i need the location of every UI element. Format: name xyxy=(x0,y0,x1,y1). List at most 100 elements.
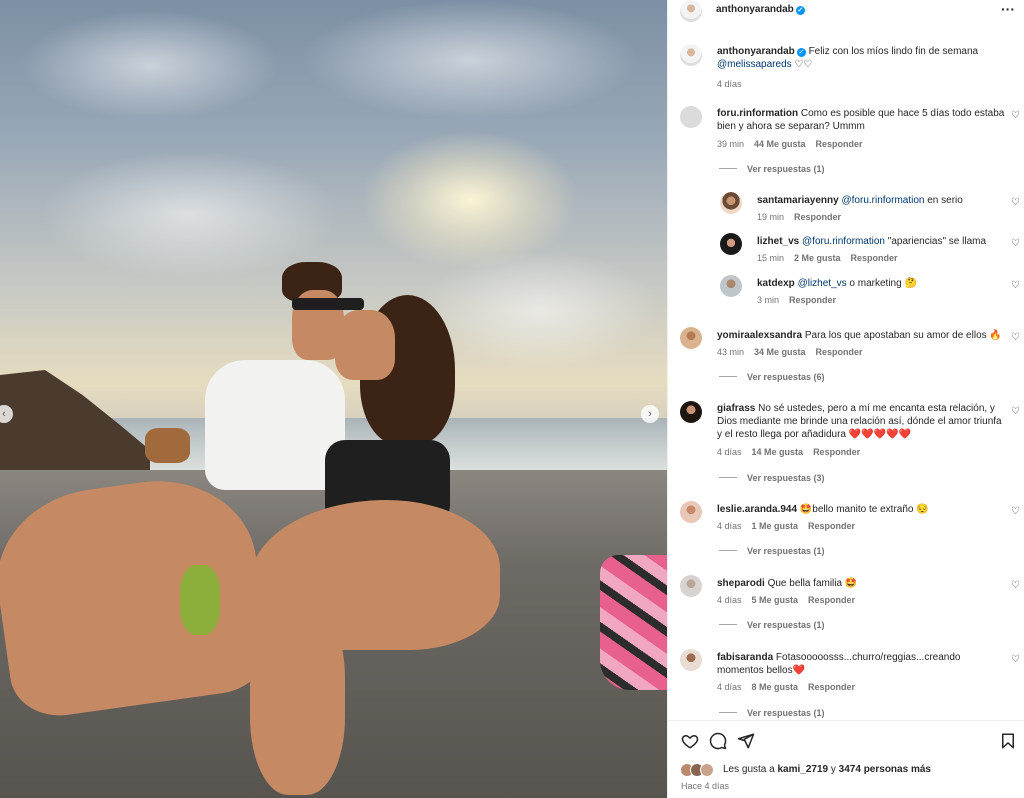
view-replies-label[interactable]: Ver respuestas (6) xyxy=(747,372,825,382)
more-icon[interactable]: ··· xyxy=(1001,1,1015,17)
view-replies-button[interactable]: Ver respuestas (1) xyxy=(719,546,825,556)
comment-text: yomiraalexsandra Para los que apostaban … xyxy=(717,329,1007,342)
comment-meta: 4 días 8 Me gusta Responder xyxy=(717,682,865,692)
divider xyxy=(719,624,737,625)
comment-meta: 4 días 14 Me gusta Responder xyxy=(717,447,870,457)
comment-likes[interactable]: 2 Me gusta xyxy=(794,253,841,263)
reply-button[interactable]: Responder xyxy=(851,253,898,263)
comment-username[interactable]: sheparodi xyxy=(717,578,765,589)
comment-username[interactable]: giafrass xyxy=(717,403,755,414)
share-icon[interactable] xyxy=(737,732,755,750)
view-replies-label[interactable]: Ver respuestas (1) xyxy=(747,164,825,174)
divider xyxy=(719,712,737,713)
comment-likes[interactable]: 44 Me gusta xyxy=(754,139,806,149)
comment-message: Para los que apostaban su amor de ellos … xyxy=(804,330,1002,341)
post-photo[interactable]: ‹ › xyxy=(0,0,667,798)
comment-message: 🤩bello manito te extraño 😔 xyxy=(799,504,929,515)
heart-icon[interactable]: ♡ xyxy=(1011,281,1021,291)
heart-icon[interactable]: ♡ xyxy=(1011,198,1021,208)
comment-time: 43 min xyxy=(717,347,745,357)
reply-button[interactable]: Responder xyxy=(789,295,836,305)
avatar[interactable] xyxy=(720,275,742,297)
comment-time: 3 min xyxy=(757,295,780,305)
view-replies-button[interactable]: Ver respuestas (1) xyxy=(719,164,825,174)
avatar[interactable] xyxy=(680,106,702,128)
view-replies-label[interactable]: Ver respuestas (3) xyxy=(747,473,825,483)
comment-username[interactable]: santamariayenny xyxy=(757,195,839,206)
view-replies-label[interactable]: Ver respuestas (1) xyxy=(747,620,825,630)
reply-button[interactable]: Responder xyxy=(816,139,863,149)
heart-icon[interactable]: ♡ xyxy=(1011,333,1021,343)
comment-username[interactable]: foru.rinformation xyxy=(717,108,798,119)
avatar[interactable] xyxy=(680,44,702,66)
comment-likes[interactable]: 34 Me gusta xyxy=(754,347,806,357)
comment-username[interactable]: katdexp xyxy=(757,278,795,289)
sun-glow xyxy=(360,130,580,270)
reply-button[interactable]: Responder xyxy=(808,682,855,692)
comment-likes[interactable]: 8 Me gusta xyxy=(752,682,799,692)
view-replies-button[interactable]: Ver respuestas (1) xyxy=(719,708,825,718)
comment-likes[interactable]: 1 Me gusta xyxy=(752,521,799,531)
post-date[interactable]: Hace 4 días xyxy=(681,781,729,791)
chevron-right-icon[interactable]: › xyxy=(641,405,659,423)
comment-meta: 39 min 44 Me gusta Responder xyxy=(717,139,873,149)
avatar[interactable] xyxy=(720,192,742,214)
view-replies-label[interactable]: Ver respuestas (1) xyxy=(747,546,825,556)
verified-badge-icon: ✓ xyxy=(795,6,805,15)
avatar[interactable] xyxy=(680,501,702,523)
avatar[interactable] xyxy=(680,0,702,22)
view-replies-button[interactable]: Ver respuestas (1) xyxy=(719,620,825,630)
comment-username[interactable]: fabisaranda xyxy=(717,652,773,663)
avatar xyxy=(700,763,714,777)
comment-mention[interactable]: @foru.rinformation xyxy=(842,195,925,206)
view-replies-label[interactable]: Ver respuestas (1) xyxy=(747,708,825,718)
heart-icon[interactable]: ♡ xyxy=(1011,111,1021,121)
view-replies-button[interactable]: Ver respuestas (6) xyxy=(719,372,825,382)
divider xyxy=(719,550,737,551)
caption-message: Feliz con los míos lindo fin de semana xyxy=(808,46,979,57)
comment-username[interactable]: leslie.aranda.944 xyxy=(717,504,797,515)
comment-text: giafrass No sé ustedes, pero a mí me enc… xyxy=(717,402,1007,441)
reply-button[interactable]: Responder xyxy=(794,212,841,222)
caption-time: 4 días xyxy=(717,79,742,89)
comment-mention[interactable]: @lizhet_vs xyxy=(798,278,847,289)
caption-text: anthonyarandab ✓ Feliz con los míos lindo… xyxy=(717,45,1007,71)
likes-count[interactable]: 3474 personas más xyxy=(839,764,931,775)
avatar[interactable] xyxy=(680,401,702,423)
heart-icon[interactable]: ♡ xyxy=(1011,239,1021,249)
post-username[interactable]: anthonyarandab ✓ xyxy=(716,4,805,15)
comment-meta: 3 min Responder xyxy=(757,295,846,305)
comment-mention[interactable]: @foru.rinformation xyxy=(802,236,885,247)
comment-username[interactable]: lizhet_vs xyxy=(757,236,799,247)
reply-button[interactable]: Responder xyxy=(813,447,860,457)
heart-icon[interactable]: ♡ xyxy=(1011,407,1021,417)
likes-user[interactable]: kami_2719 xyxy=(778,764,829,775)
view-replies-button[interactable]: Ver respuestas (3) xyxy=(719,473,825,483)
bookmark-icon[interactable] xyxy=(999,732,1017,750)
comment-time: 4 días xyxy=(717,447,742,457)
caption-mention[interactable]: @melissapareds xyxy=(717,59,792,70)
comment-likes[interactable]: 14 Me gusta xyxy=(752,447,804,457)
avatar[interactable] xyxy=(680,649,702,671)
likes-summary[interactable]: Les gusta a kami_2719 y 3474 personas má… xyxy=(723,764,931,775)
reply-button[interactable]: Responder xyxy=(808,595,855,605)
comment-username[interactable]: yomiraalexsandra xyxy=(717,330,802,341)
caption-hearts: ♡♡ xyxy=(794,59,813,70)
comment-meta: 4 días 5 Me gusta Responder xyxy=(717,595,865,605)
reply-button[interactable]: Responder xyxy=(816,347,863,357)
heart-icon[interactable]: ♡ xyxy=(1011,581,1021,591)
comment-time: 15 min xyxy=(757,253,785,263)
comment-icon[interactable] xyxy=(709,732,727,750)
caption-username[interactable]: anthonyarandab xyxy=(717,46,795,57)
comments-list[interactable]: anthonyarandab ✓ Feliz con los míos lindo… xyxy=(668,34,1024,720)
avatar[interactable] xyxy=(720,233,742,255)
heart-icon[interactable]: ♡ xyxy=(1011,655,1021,665)
avatar[interactable] xyxy=(680,327,702,349)
heart-icon[interactable] xyxy=(681,732,699,750)
comment-likes[interactable]: 5 Me gusta xyxy=(752,595,799,605)
reply-button[interactable]: Responder xyxy=(808,521,855,531)
divider xyxy=(719,376,737,377)
avatar[interactable] xyxy=(680,575,702,597)
username-text[interactable]: anthonyarandab xyxy=(716,4,794,15)
heart-icon[interactable]: ♡ xyxy=(1011,507,1021,517)
